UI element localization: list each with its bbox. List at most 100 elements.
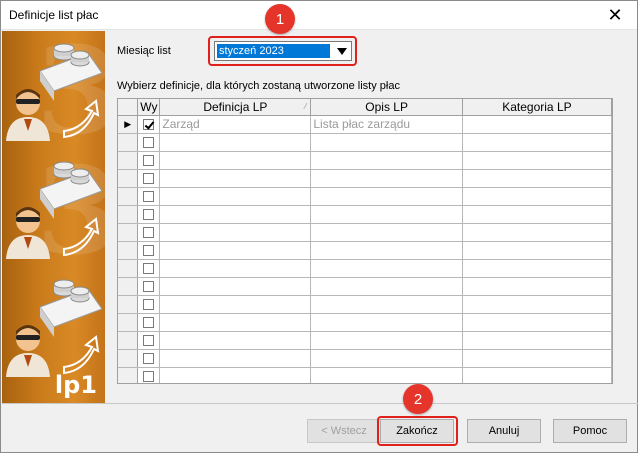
table-row[interactable] (118, 187, 612, 206)
cell-opis[interactable] (310, 259, 463, 278)
table-row[interactable] (118, 259, 612, 278)
table-row[interactable] (118, 151, 612, 170)
checkbox-unchecked[interactable] (143, 299, 155, 311)
row-checkbox-cell[interactable] (137, 115, 161, 134)
cell-kategoria[interactable] (462, 349, 612, 368)
cell-opis[interactable] (310, 331, 463, 350)
cell-opis[interactable] (310, 187, 463, 206)
cell-kategoria[interactable] (462, 205, 612, 224)
table-row[interactable] (118, 133, 612, 152)
cell-definicja[interactable] (159, 259, 312, 278)
cell-definicja[interactable]: Zarząd (159, 115, 312, 134)
cell-opis[interactable] (310, 133, 463, 152)
table-row[interactable] (118, 223, 612, 242)
cell-kategoria[interactable] (462, 187, 612, 206)
cell-definicja[interactable] (159, 241, 312, 260)
checkbox-unchecked[interactable] (143, 155, 155, 167)
cell-opis[interactable] (310, 367, 463, 383)
cell-definicja[interactable] (159, 187, 312, 206)
cell-opis[interactable] (310, 223, 463, 242)
cell-kategoria[interactable] (462, 331, 612, 350)
cell-definicja[interactable] (159, 169, 312, 188)
table-row[interactable] (118, 349, 612, 368)
cell-definicja[interactable] (159, 367, 312, 383)
cell-definicja[interactable] (159, 223, 312, 242)
table-row[interactable] (118, 331, 612, 350)
row-checkbox-cell[interactable] (137, 295, 161, 314)
checkbox-unchecked[interactable] (143, 317, 155, 329)
cell-definicja[interactable] (159, 331, 312, 350)
cell-opis[interactable] (310, 151, 463, 170)
checkbox-unchecked[interactable] (143, 209, 155, 221)
row-checkbox-cell[interactable] (137, 331, 161, 350)
table-row[interactable] (118, 169, 612, 188)
column-header-opis[interactable]: Opis LP (310, 99, 463, 116)
cell-kategoria[interactable] (462, 259, 612, 278)
cell-opis[interactable] (310, 313, 463, 332)
cell-opis[interactable]: Lista płac zarządu (310, 115, 463, 134)
cell-definicja[interactable] (159, 277, 312, 296)
checkbox-unchecked[interactable] (143, 335, 155, 347)
cancel-button[interactable]: Anuluj (467, 419, 541, 443)
checkbox-unchecked[interactable] (143, 227, 155, 239)
cell-kategoria[interactable] (462, 115, 612, 134)
table-row[interactable]: ▶ Zarząd Lista płac zarządu (118, 115, 612, 134)
row-checkbox-cell[interactable] (137, 349, 161, 368)
row-checkbox-cell[interactable] (137, 187, 161, 206)
cell-kategoria[interactable] (462, 133, 612, 152)
table-row[interactable] (118, 367, 612, 383)
row-checkbox-cell[interactable] (137, 241, 161, 260)
back-button[interactable]: < Wstecz (307, 419, 381, 443)
server-person-icon (6, 279, 103, 377)
row-checkbox-cell[interactable] (137, 277, 161, 296)
row-checkbox-cell[interactable] (137, 151, 161, 170)
cell-kategoria[interactable] (462, 313, 612, 332)
table-row[interactable] (118, 205, 612, 224)
cell-kategoria[interactable] (462, 241, 612, 260)
cell-kategoria[interactable] (462, 367, 612, 383)
cell-opis[interactable] (310, 169, 463, 188)
cell-kategoria[interactable] (462, 151, 612, 170)
cell-definicja[interactable] (159, 295, 312, 314)
cell-kategoria[interactable] (462, 277, 612, 296)
checkbox-unchecked[interactable] (143, 245, 155, 257)
cell-definicja[interactable] (159, 205, 312, 224)
close-button[interactable]: ✕ (593, 1, 637, 30)
cell-definicja[interactable] (159, 133, 312, 152)
table-row[interactable] (118, 313, 612, 332)
help-button[interactable]: Pomoc (553, 419, 627, 443)
cell-opis[interactable] (310, 277, 463, 296)
row-checkbox-cell[interactable] (137, 313, 161, 332)
row-checkbox-cell[interactable] (137, 367, 161, 383)
table-row[interactable] (118, 241, 612, 260)
cell-kategoria[interactable] (462, 223, 612, 242)
cell-definicja[interactable] (159, 313, 312, 332)
cell-kategoria[interactable] (462, 295, 612, 314)
cell-opis[interactable] (310, 295, 463, 314)
row-checkbox-cell[interactable] (137, 259, 161, 278)
table-row[interactable] (118, 295, 612, 314)
row-checkbox-cell[interactable] (137, 205, 161, 224)
row-checkbox-cell[interactable] (137, 223, 161, 242)
checkbox-checked[interactable] (143, 119, 155, 131)
cell-opis[interactable] (310, 349, 463, 368)
column-header-kategoria[interactable]: Kategoria LP (462, 99, 612, 116)
checkbox-unchecked[interactable] (143, 263, 155, 275)
cell-kategoria[interactable] (462, 169, 612, 188)
checkbox-unchecked[interactable] (143, 191, 155, 203)
cell-definicja[interactable] (159, 349, 312, 368)
row-checkbox-cell[interactable] (137, 169, 161, 188)
title-bar: Definicje list płac ✕ (1, 1, 637, 30)
column-header-wy[interactable]: Wy (137, 99, 161, 116)
table-row[interactable] (118, 277, 612, 296)
checkbox-unchecked[interactable] (143, 281, 155, 293)
checkbox-unchecked[interactable] (143, 137, 155, 149)
checkbox-unchecked[interactable] (143, 353, 155, 365)
checkbox-unchecked[interactable] (143, 371, 155, 383)
column-header-definicja[interactable]: Definicja LP ⁄ (159, 99, 312, 116)
checkbox-unchecked[interactable] (143, 173, 155, 185)
cell-definicja[interactable] (159, 151, 312, 170)
row-checkbox-cell[interactable] (137, 133, 161, 152)
cell-opis[interactable] (310, 205, 463, 224)
cell-opis[interactable] (310, 241, 463, 260)
